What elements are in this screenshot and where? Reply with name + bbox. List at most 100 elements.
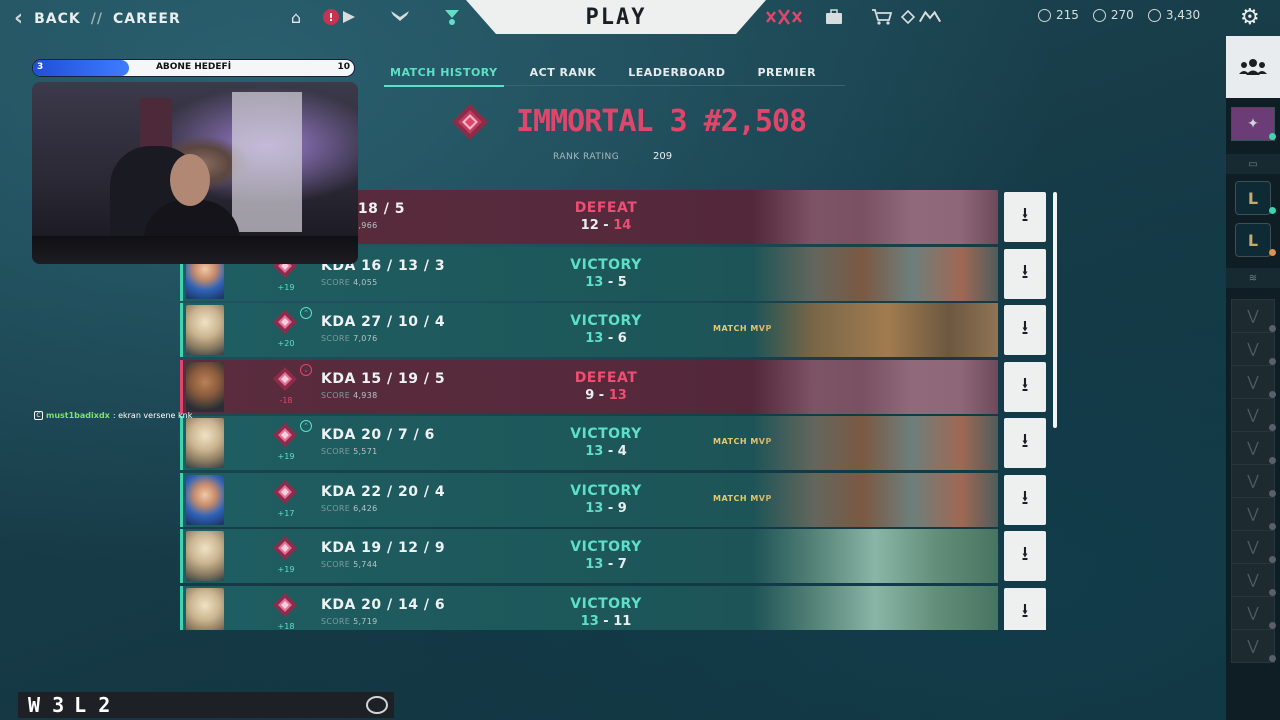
offline-friend-avatar[interactable]: ⋁	[1230, 562, 1276, 598]
result-label: VICTORY	[570, 313, 642, 329]
agent-portrait	[186, 474, 224, 525]
rank-icon	[272, 592, 298, 618]
accolades-icon[interactable]	[918, 6, 942, 28]
collection-icon[interactable]	[822, 6, 846, 28]
match-row[interactable]: +17 KDA 22 / 20 / 4 SCORE 6,426 VICTORY 1…	[180, 472, 1050, 527]
tab-match-history[interactable]: MATCH HISTORY	[384, 66, 504, 87]
rr-change: +18	[277, 621, 295, 631]
download-replay-button[interactable]: ⭳	[1004, 531, 1046, 581]
team-rounds: 12	[580, 218, 599, 233]
chat-text: : ekran versene knk	[112, 411, 193, 420]
rank-rating-label: RANK RATING	[553, 152, 620, 162]
match-row[interactable]: +19 KDA 19 / 12 / 9 SCORE 5,744 VICTORY 1…	[180, 529, 1050, 583]
score-label: SCORE	[321, 447, 351, 456]
result-label: VICTORY	[570, 256, 642, 273]
rank-icon	[272, 479, 298, 505]
tab-leaderboard[interactable]: LEADERBOARD	[628, 66, 725, 79]
chat-badge-icon: C	[34, 411, 43, 420]
match-result: VICTORY 13 - 11	[506, 596, 706, 629]
offline-friend-avatar[interactable]: ⋁	[1230, 397, 1276, 433]
download-replay-button[interactable]: ⭳	[1004, 248, 1046, 299]
download-replay-button[interactable]: ⭳	[1004, 192, 1046, 242]
chat-username: must1badixdx	[46, 411, 110, 420]
match-list-scrollbar[interactable]	[1053, 192, 1057, 428]
back-button[interactable]: ‹ BACK // CAREER	[14, 6, 181, 31]
round-score: 13 - 7	[585, 557, 627, 572]
offline-friend-avatar[interactable]: ⋁	[1230, 430, 1276, 466]
tab-act-rank[interactable]: ACT RANK	[530, 66, 597, 79]
map-thumbnail	[752, 416, 998, 470]
play-tab[interactable]: PLAY	[466, 0, 766, 34]
result-label: VICTORY	[570, 595, 642, 612]
result-label: VICTORY	[570, 539, 642, 555]
enemy-rounds: 9	[617, 500, 627, 516]
rank-rating-value: 209	[653, 151, 673, 162]
offline-friend-avatar[interactable]: ⋁	[1230, 628, 1276, 664]
enemy-rounds: 13	[608, 387, 627, 403]
offline-section-icon[interactable]: ≋	[1226, 268, 1280, 288]
losses-count: L 2	[74, 693, 111, 717]
subscriber-goal-target: 10	[337, 62, 350, 72]
offline-friend-avatar[interactable]: ⋁	[1230, 463, 1276, 499]
top-nav: ‹ BACK // CAREER ⌂ ! PLAY 215 270 3,430 …	[0, 0, 1280, 36]
match-row[interactable]: ⌄ -18 KDA 15 / 19 / 5 SCORE 4,938 DEFEAT …	[180, 359, 1050, 414]
team-rounds: 13	[585, 500, 604, 516]
friends-icon[interactable]	[1226, 36, 1280, 98]
valorant-points-value: 215	[1056, 8, 1079, 22]
download-replay-button[interactable]: ⭳	[1004, 587, 1046, 630]
rr-change: -18	[279, 395, 293, 405]
round-score: 9 - 13	[585, 387, 627, 403]
offline-friend-avatar[interactable]: ⋁	[1230, 331, 1276, 367]
match-row[interactable]: +18 KDA 20 / 14 / 6 SCORE 5,719 VICTORY 1…	[180, 585, 1050, 631]
download-replay-button[interactable]: ⭳	[1004, 305, 1046, 355]
radianite-points: 270	[1092, 8, 1134, 22]
score-value: 5,744	[353, 560, 378, 569]
immortal-rank-icon	[452, 104, 488, 140]
score-value: 7,076	[353, 334, 378, 343]
team-rounds: 13	[585, 557, 604, 572]
kda-stat: KDA 20 / 14 / 6	[321, 596, 446, 613]
offline-friend-avatar[interactable]: ⋁	[1230, 364, 1276, 400]
career-icon[interactable]	[440, 6, 464, 28]
rr-change: +20	[277, 339, 295, 348]
match-row[interactable]: ⌃ +19 KDA 20 / 7 / 6 SCORE 5,571 VICTORY …	[180, 416, 1050, 470]
match-result: DEFEAT 9 - 13	[506, 370, 706, 403]
offline-friend-avatar[interactable]: ⋁	[1230, 298, 1276, 334]
round-score: 13 - 4	[585, 444, 627, 459]
party-section-icon[interactable]: ▭	[1226, 154, 1280, 174]
store-icon[interactable]	[870, 6, 894, 28]
download-replay-button[interactable]: ⭳	[1004, 418, 1046, 468]
match-row[interactable]: ⌃ +20 KDA 27 / 10 / 4 SCORE 7,076 VICTORY…	[180, 303, 1050, 357]
combat-score: SCORE 7,076	[321, 334, 377, 343]
kingdom-credits-icon	[1147, 8, 1161, 22]
match-result: VICTORY 13 - 9	[506, 483, 706, 516]
kingdom-credits: 3,430	[1147, 8, 1200, 22]
home-icon[interactable]: ⌂	[284, 6, 308, 28]
agents-icon[interactable]	[388, 6, 412, 28]
friend-avatar[interactable]: ✦	[1230, 106, 1276, 142]
settings-gear-icon[interactable]: ⚙	[1240, 5, 1260, 30]
league-friend-avatar[interactable]: L	[1230, 222, 1276, 258]
battlepass-icon[interactable]: !	[320, 6, 360, 28]
tab-premier[interactable]: PREMIER	[758, 66, 817, 79]
download-replay-button[interactable]: ⭳	[1004, 361, 1046, 412]
offline-friend-avatar[interactable]: ⋁	[1230, 496, 1276, 532]
offers-icon[interactable]	[896, 6, 920, 28]
map-thumbnail	[752, 529, 998, 583]
offline-friend-avatar[interactable]: ⋁	[1230, 529, 1276, 565]
download-replay-button[interactable]: ⭳	[1004, 474, 1046, 525]
offline-friend-avatar[interactable]: ⋁	[1230, 595, 1276, 631]
download-icon: ⭳	[1021, 202, 1029, 226]
offline-status	[1269, 655, 1276, 662]
team-rounds: 13	[585, 274, 604, 290]
premier-icon[interactable]	[764, 6, 804, 28]
score-value: 6,426	[353, 503, 378, 513]
webcam-streamer-face	[170, 154, 210, 206]
map-thumbnail	[752, 303, 998, 357]
map-thumbnail	[752, 359, 998, 414]
league-friend-avatar[interactable]: L	[1230, 180, 1276, 216]
chat-message: C must1badixdx : ekran versene knk	[34, 411, 192, 420]
combat-score: SCORE 5,571	[321, 447, 377, 456]
score-label: SCORE	[321, 334, 351, 343]
kda-stat: KDA 27 / 10 / 4	[321, 314, 446, 330]
